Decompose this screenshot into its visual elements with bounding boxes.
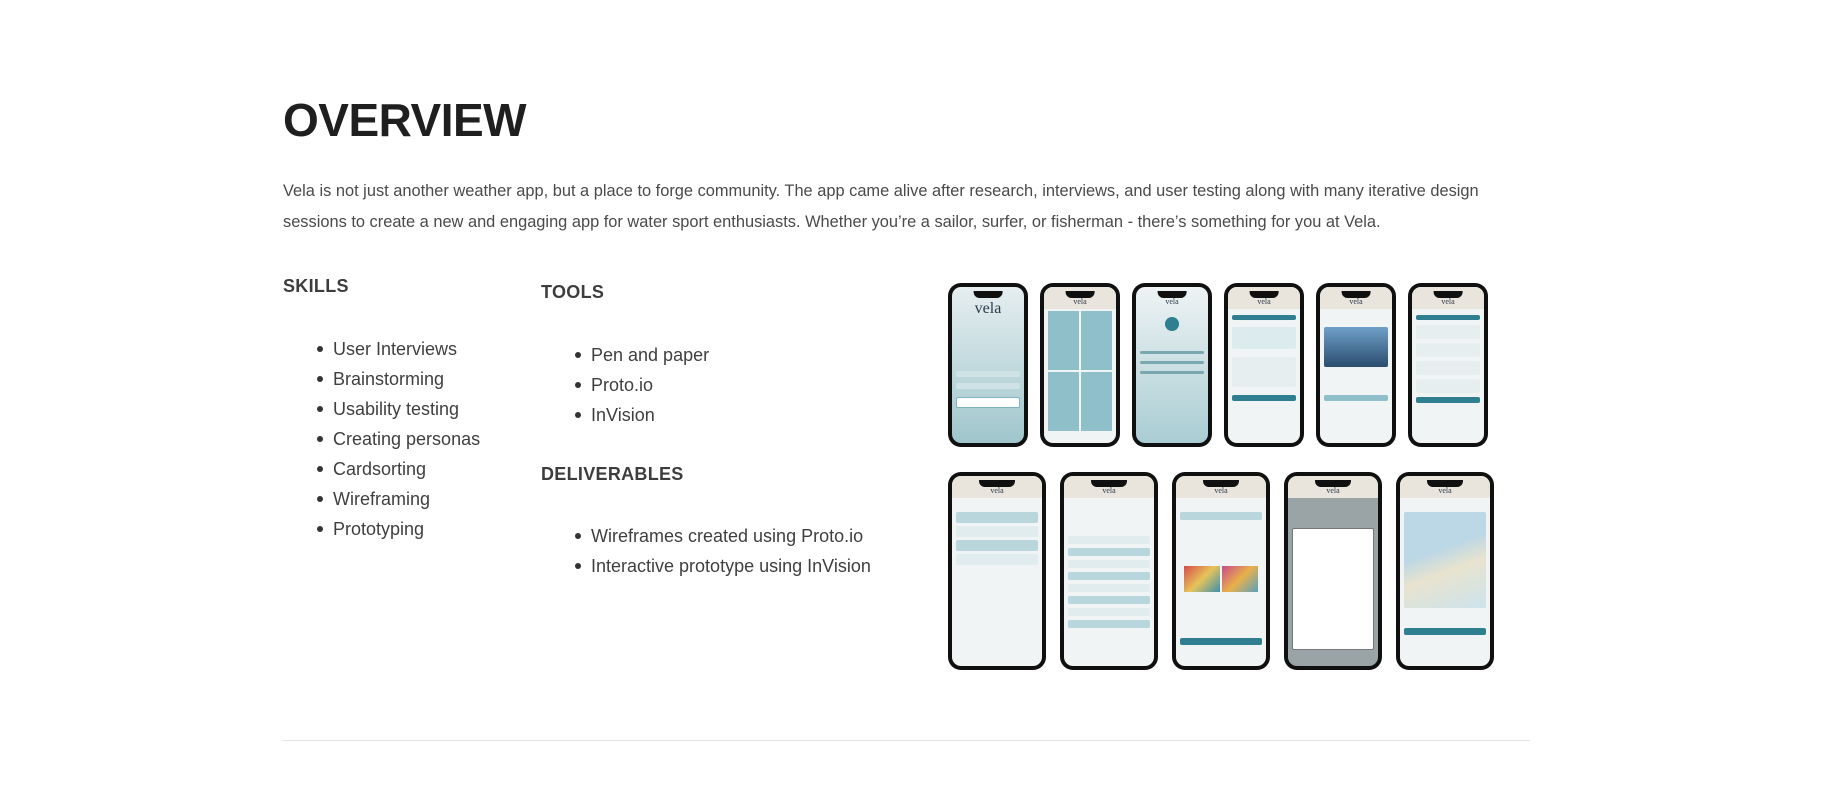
phone-mockup-welcome: vela	[948, 283, 1028, 447]
tools-list-item: Pen and paper	[574, 340, 709, 370]
overview-title: OVERVIEW	[283, 94, 527, 146]
tools-list: Pen and paper Proto.io InVision	[574, 340, 709, 430]
phone-screen: vela	[1288, 476, 1378, 666]
skills-list-item: Cardsorting	[316, 454, 480, 484]
phone-mockup-video: vela	[1316, 283, 1396, 447]
phone-mockup-saved-locations: vela	[948, 472, 1046, 670]
skills-list-item: Prototyping	[316, 514, 480, 544]
tools-list-item: InVision	[574, 400, 709, 430]
phone-mockup-map: vela	[1396, 472, 1494, 670]
skills-list-item: Creating personas	[316, 424, 480, 454]
skills-list-item: User Interviews	[316, 334, 480, 364]
phone-mockup-community-board: vela	[1060, 472, 1158, 670]
phone-screen: vela	[1136, 287, 1208, 443]
skills-list-item: Usability testing	[316, 394, 480, 424]
phone-screen: vela	[1320, 287, 1392, 443]
phone-mockup-profile: vela	[1132, 283, 1212, 447]
phone-screen: vela	[1044, 287, 1116, 443]
phone-mockup-post-detail: vela	[1172, 472, 1270, 670]
phone-screen: vela	[1228, 287, 1300, 443]
skills-heading: SKILLS	[283, 276, 349, 296]
skills-list: User Interviews Brainstorming Usability …	[316, 334, 480, 544]
phone-screen: vela	[952, 287, 1024, 443]
deliverables-heading: DELIVERABLES	[541, 464, 684, 484]
skills-list-item: Wireframing	[316, 484, 480, 514]
phone-mockup-forecast: vela	[1224, 283, 1304, 447]
phone-screen: vela	[952, 476, 1042, 666]
overview-intro: Vela is not just another weather app, bu…	[283, 182, 1479, 231]
tools-heading: TOOLS	[541, 282, 605, 302]
deliverables-list: Wireframes created using Proto.io Intera…	[574, 521, 894, 581]
mockups-row-1: vela vela vela vela vela vela	[948, 283, 1488, 447]
tools-list-item: Proto.io	[574, 370, 709, 400]
phone-mockup-weekly: vela	[1408, 283, 1488, 447]
skills-list-item: Brainstorming	[316, 364, 480, 394]
phone-mockup-message: vela	[1284, 472, 1382, 670]
phone-mockup-home: vela	[1040, 283, 1120, 447]
phone-screen: vela	[1176, 476, 1266, 666]
phone-screen: vela	[1064, 476, 1154, 666]
phone-screen: vela	[1412, 287, 1484, 443]
section-divider	[283, 740, 1530, 741]
phone-screen: vela	[1400, 476, 1490, 666]
mockups-row-2: vela vela vela vela vela	[948, 472, 1494, 670]
deliverables-list-item: Interactive prototype using InVision	[574, 551, 894, 581]
deliverables-list-item: Wireframes created using Proto.io	[574, 521, 894, 551]
